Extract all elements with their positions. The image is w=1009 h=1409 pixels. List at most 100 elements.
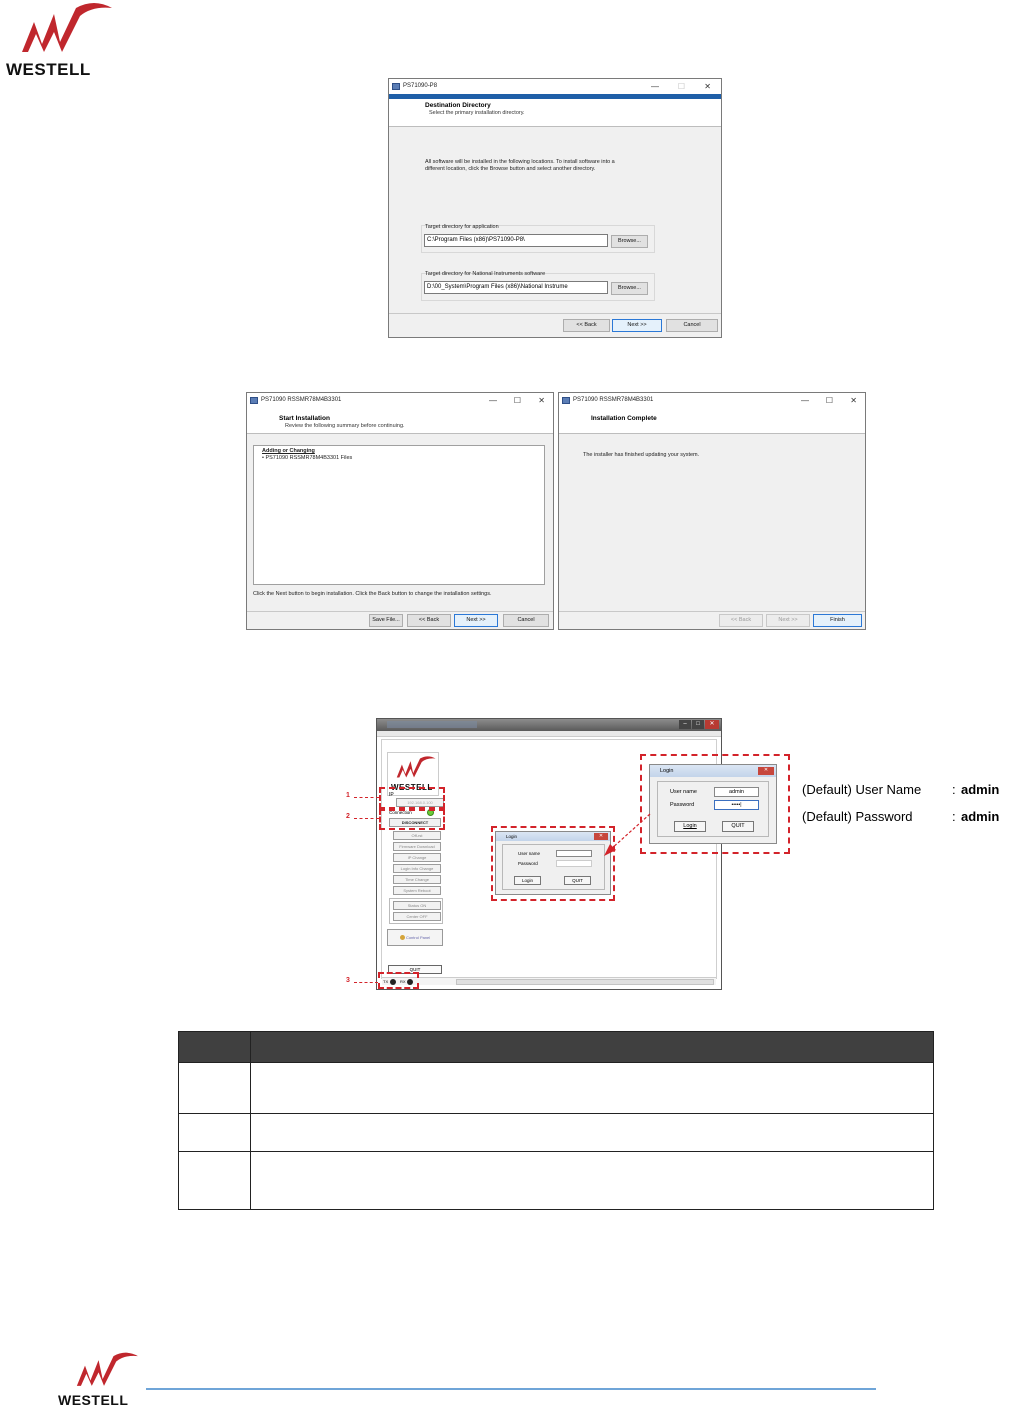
minimize-icon[interactable]: — [801, 393, 809, 408]
close-icon[interactable]: ✕ [850, 393, 857, 408]
next-button[interactable]: Next >> [454, 614, 498, 627]
highlight-login-small [491, 826, 615, 901]
default-password-sep: : [952, 809, 956, 824]
callout-1-number: 1 [346, 792, 350, 799]
side-button-6[interactable]: System Reboot [393, 886, 441, 895]
summary-heading: Adding or Changing [262, 448, 315, 454]
footer-rule [146, 1388, 876, 1390]
table-header-cell [250, 1031, 934, 1063]
installer-app-icon [250, 397, 258, 404]
ni-dir-browse-button[interactable]: Browse... [611, 282, 648, 295]
app-dir-label: Target directory for application [425, 224, 499, 230]
window-titlebar: PS71090 RSSMR78M4B3301 — ☐ ✕ [559, 393, 865, 408]
close-icon[interactable]: ✕ [538, 393, 545, 408]
footer-instruction: Click the Next button to begin installat… [253, 591, 492, 597]
summary-item: • PS71090 RSSMR78M4B3301 Files [262, 455, 353, 461]
highlight-ip [379, 787, 445, 809]
default-password-label: (Default) Password [802, 809, 913, 824]
maximize-icon[interactable]: ☐ [678, 79, 685, 94]
installer-app-icon [562, 397, 570, 404]
password-input[interactable]: •••••| [714, 800, 759, 810]
wizard-step-title: Start Installation [279, 415, 330, 422]
window-title: PS71090-P8 [403, 83, 438, 89]
dialog-close-icon[interactable]: ✕ [758, 767, 774, 775]
table-cell [250, 1062, 934, 1114]
table-cell [178, 1151, 251, 1210]
default-username-label: (Default) User Name [802, 782, 922, 797]
side-button-5[interactable]: Time Change [393, 875, 441, 884]
table-row [178, 1113, 934, 1152]
minimize-icon[interactable]: — [651, 79, 659, 94]
table-cell [250, 1151, 934, 1210]
side-button-2[interactable]: Firmware Download [393, 842, 441, 851]
callout-1-leader [354, 797, 379, 798]
app-title-blur [387, 721, 477, 728]
footer-logo: WESTELL [54, 1352, 150, 1408]
table-header-cell [178, 1031, 251, 1063]
complete-message: The installer has finished updating your… [583, 452, 700, 458]
ni-dir-label: Target directory for National Instrument… [425, 271, 546, 277]
side-button-4[interactable]: Login Info Change [393, 864, 441, 873]
wizard-step-subtitle: Select the primary installation director… [429, 110, 525, 116]
window-titlebar: PS71090 RSSMR78M4B3301 — ☐ ✕ [247, 393, 553, 408]
default-username-line: (Default) User Name : admin [802, 782, 999, 797]
side-button-3[interactable]: IP Change [393, 853, 441, 862]
table-header-row [178, 1031, 934, 1063]
wizard-step-subtitle: Review the following summary before cont… [285, 423, 405, 429]
cancel-button[interactable]: Cancel [503, 614, 549, 627]
close-icon[interactable]: ✕ [704, 79, 711, 94]
save-file-button[interactable]: Save File... [369, 614, 403, 627]
user-name-input[interactable]: admin [714, 787, 759, 797]
wizard-header: Start Installation Review the following … [247, 408, 553, 434]
next-button[interactable]: Next >> [612, 319, 662, 332]
callout-2-number: 2 [346, 813, 350, 820]
ni-dir-input[interactable]: D:\00_System\Program Files (x86)\Nationa… [424, 281, 608, 294]
app-dir-input[interactable]: C:\Program Files (x86)\PS71090-P8\ [424, 234, 608, 247]
back-button[interactable]: << Back [407, 614, 451, 627]
minimize-icon[interactable]: – [679, 720, 691, 729]
default-username-sep: : [952, 782, 956, 797]
app-menubar [377, 731, 721, 737]
quit-dialog-button[interactable]: QUIT [722, 821, 754, 832]
maximize-icon[interactable]: ☐ [514, 393, 521, 408]
app-dir-browse-button[interactable]: Browse... [611, 235, 648, 248]
installer-start-window: PS71090 RSSMR78M4B3301 — ☐ ✕ Start Insta… [246, 392, 554, 630]
table-row [178, 1062, 934, 1114]
callout-3-number: 3 [346, 977, 350, 984]
next-button[interactable]: Next >> [766, 614, 810, 627]
description-table [178, 1031, 934, 1210]
intro-line-2: different location, click the Browse but… [425, 166, 596, 172]
wizard-step-title: Destination Directory [425, 102, 491, 109]
side-button-1[interactable]: Off-rst [393, 831, 441, 840]
wizard-button-bar: << Back Next >> Finish [559, 611, 865, 629]
status-scrollbar[interactable] [456, 979, 714, 985]
close-icon[interactable]: ✕ [705, 720, 719, 729]
back-button[interactable]: << Back [719, 614, 763, 627]
maximize-icon[interactable]: ☐ [826, 393, 833, 408]
user-name-label: User name [670, 789, 697, 795]
installer-app-icon [392, 83, 400, 90]
westell-mark-icon [22, 3, 112, 52]
center-off-button[interactable]: Center OFF [393, 912, 441, 921]
finish-button[interactable]: Finish [813, 614, 862, 627]
dialog-title: Login [660, 768, 674, 774]
zoom-arrow-icon [604, 813, 651, 856]
control-panel-button[interactable]: Control Panel [387, 929, 443, 946]
window-title: PS71090 RSSMR78M4B3301 [573, 397, 654, 403]
table-row [178, 1151, 934, 1210]
default-password-line: (Default) Password : admin [802, 809, 999, 824]
highlight-statusbar [378, 972, 419, 989]
cancel-button[interactable]: Cancel [666, 319, 718, 332]
status-on-button[interactable]: Status ON [393, 901, 441, 910]
westell-mark-icon [396, 756, 436, 778]
login-button[interactable]: Login [674, 821, 706, 832]
footer-logo-text: WESTELL [58, 1392, 129, 1408]
back-button[interactable]: << Back [563, 319, 610, 332]
header-logo: WESTELL [4, 2, 120, 79]
westell-mark-icon [76, 1352, 138, 1386]
window-title: PS71090 RSSMR78M4B3301 [261, 397, 342, 403]
maximize-icon[interactable]: □ [692, 720, 704, 729]
minimize-icon[interactable]: — [489, 393, 497, 408]
control-panel-label: Control Panel [405, 935, 431, 940]
highlight-connection [379, 809, 445, 830]
